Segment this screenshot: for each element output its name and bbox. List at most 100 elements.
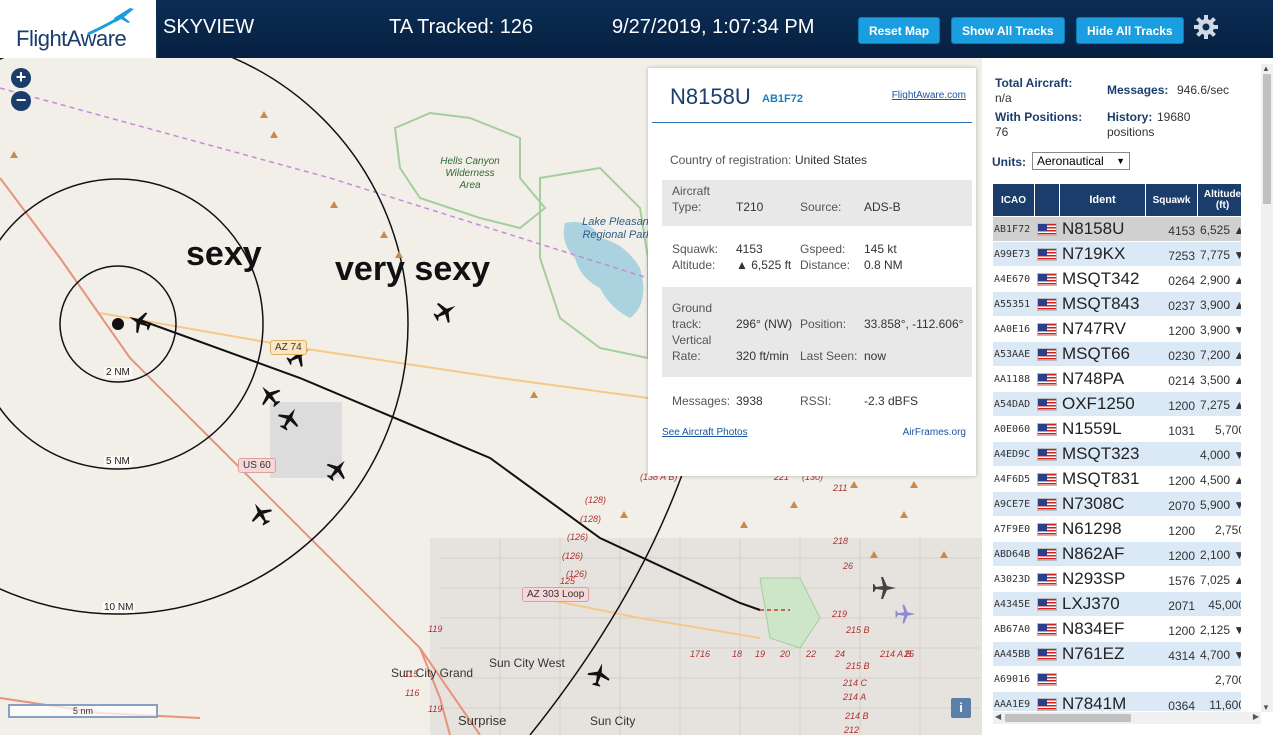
aircraft-marker[interactable] — [870, 574, 898, 602]
row-altitude: 4,700 ▼ — [1200, 648, 1241, 662]
road-number-label: 119 — [428, 704, 443, 714]
road-number-label: 16 — [700, 649, 711, 659]
table-row[interactable]: A9CE7E N7308C 2070 5,900 ▼ — [993, 492, 1241, 517]
aircraft-list-panel: Total Aircraft: n/a Messages: 946.6/sec … — [982, 58, 1273, 735]
table-row[interactable]: A4ED9C MSQT323 4,000 ▼ — [993, 442, 1241, 467]
detail-track-row: Ground track: 296° (NW) Position: 33.858… — [662, 287, 972, 377]
table-row[interactable]: ABD64B N862AF 1200 2,100 ▼ — [993, 542, 1241, 567]
row-ident: N1559L — [1062, 419, 1122, 438]
us-flag-icon — [1037, 498, 1057, 511]
show-all-tracks-button[interactable]: Show All Tracks — [951, 17, 1065, 44]
us-flag-icon — [1037, 298, 1057, 311]
messages-value: 3938 — [736, 394, 763, 408]
detail-divider — [652, 122, 972, 123]
table-row[interactable]: A4345E LXJ370 2071 45,000 — [993, 592, 1241, 617]
row-ident: N719KX — [1062, 244, 1126, 263]
hide-all-tracks-button[interactable]: Hide All Tracks — [1076, 17, 1184, 44]
place-label: Sun City — [590, 714, 636, 728]
table-row[interactable]: A99E73 N719KX 7253 7,775 ▼ — [993, 242, 1241, 267]
aircraft-marker[interactable] — [585, 661, 613, 689]
scroll-up-icon[interactable]: ▲ — [1262, 64, 1270, 73]
col-header-squawk[interactable]: Squawk — [1146, 184, 1198, 216]
flightaware-logo[interactable]: FlightAware — [0, 0, 158, 58]
road-number-label: 25 — [904, 649, 915, 659]
row-altitude: 7,200 ▲ — [1200, 348, 1241, 362]
horizontal-scrollbar[interactable]: ◀ ▶ — [993, 712, 1261, 724]
aircraft-marker-selected[interactable] — [126, 308, 154, 336]
row-ident: LXJ370 — [1062, 594, 1120, 613]
row-squawk: 0214 — [1168, 374, 1195, 388]
row-icao: AA0E16 — [994, 324, 1031, 335]
reset-map-button[interactable]: Reset Map — [858, 17, 941, 44]
table-row[interactable]: A55351 MSQT843 0237 3,900 ▲ — [993, 292, 1241, 317]
col-header-altitude-l2: (ft) — [1215, 200, 1230, 211]
us-flag-icon — [1037, 348, 1057, 361]
country-label: Country of registration: — [670, 153, 792, 167]
us-flag-icon — [1037, 523, 1057, 536]
scroll-down-icon[interactable]: ▼ — [1262, 703, 1270, 712]
units-select[interactable]: Aeronautical ▼ — [1032, 152, 1130, 170]
ground-track-label-l2: track: — [672, 317, 702, 331]
us-flag-icon — [1037, 623, 1057, 636]
table-row[interactable]: AB1F72 N8158U 4153 6,525 ▲ — [993, 217, 1241, 242]
table-row[interactable]: A69016 2,700 — [993, 667, 1241, 692]
road-number-label: 214 C — [843, 678, 868, 688]
row-altitude: 3,900 ▲ — [1200, 298, 1241, 312]
row-icao: A3023D — [994, 574, 1031, 585]
scrollbar-thumb[interactable] — [1263, 74, 1271, 204]
scroll-right-icon[interactable]: ▶ — [1253, 712, 1259, 721]
aircraft-marker[interactable] — [323, 456, 351, 484]
us-flag-icon — [1037, 598, 1057, 611]
row-icao: A99E73 — [994, 249, 1031, 260]
table-row[interactable]: A53AAE MSQT66 0230 7,200 ▲ — [993, 342, 1241, 367]
table-row[interactable]: AAA1E9 N7841M 0364 11,600 — [993, 692, 1241, 711]
datetime: 9/27/2019, 1:07:34 PM — [612, 16, 815, 38]
aircraft-marker[interactable] — [275, 405, 303, 433]
col-header-flag[interactable] — [1035, 184, 1060, 216]
aircraft-photos-link[interactable]: See Aircraft Photos — [662, 427, 748, 438]
scroll-left-icon[interactable]: ◀ — [995, 712, 1001, 721]
vertical-scrollbar[interactable]: ▲ ▼ — [1261, 64, 1273, 712]
row-ident: N862AF — [1062, 544, 1125, 563]
table-row[interactable]: AB67A0 N834EF 1200 2,125 ▼ — [993, 617, 1241, 642]
col-header-ident[interactable]: Ident — [1060, 184, 1146, 216]
col-header-altitude[interactable]: Altitude (ft) — [1198, 184, 1241, 216]
table-row[interactable]: A54DAD OXF1250 1200 7,275 ▲ — [993, 392, 1241, 417]
row-squawk: 1200 — [1168, 524, 1195, 538]
row-squawk: 0230 — [1168, 349, 1195, 363]
table-row[interactable]: A4E670 MSQT342 0264 2,900 ▲ — [993, 267, 1241, 292]
table-row[interactable]: A0E060 N1559L 1031 5,700 — [993, 417, 1241, 442]
row-icao: AA45BB — [994, 649, 1031, 660]
aircraft-marker[interactable] — [431, 298, 459, 326]
table-row[interactable]: AA45BB N761EZ 4314 4,700 ▼ — [993, 642, 1241, 667]
us-flag-icon — [1037, 473, 1057, 486]
aircraft-marker[interactable] — [893, 602, 917, 626]
table-row[interactable]: A3023D N293SP 1576 7,025 ▲ — [993, 567, 1241, 592]
table-row[interactable]: A7F9E0 N61298 1200 2,750 — [993, 517, 1241, 542]
table-row[interactable]: AA0E16 N747RV 1200 3,900 ▼ — [993, 317, 1241, 342]
messages-rate-label: Messages: — [1107, 83, 1169, 97]
col-header-icao[interactable]: ICAO — [993, 184, 1035, 216]
row-ident: MSQT342 — [1062, 269, 1140, 288]
flightaware-link[interactable]: FlightAware.com — [892, 90, 966, 101]
row-altitude: 11,600 — [1209, 698, 1241, 711]
row-icao: AB67A0 — [994, 624, 1031, 635]
info-button[interactable]: i — [951, 698, 971, 718]
row-altitude: 45,000 — [1208, 598, 1241, 612]
gear-icon[interactable] — [1193, 14, 1219, 40]
table-row[interactable]: A4F6D5 MSQT831 1200 4,500 ▲ — [993, 467, 1241, 492]
scrollbar-thumb[interactable] — [1005, 714, 1131, 722]
road-number-label: 115 — [404, 669, 419, 679]
zoom-in-button[interactable]: + — [11, 68, 31, 88]
row-ident: N747RV — [1062, 319, 1126, 338]
road-number-label: 125 — [560, 576, 576, 586]
zoom-out-button[interactable]: − — [11, 91, 31, 111]
aircraft-marker[interactable] — [247, 500, 275, 528]
squawk-label: Squawk: — [672, 242, 719, 256]
airframes-link[interactable]: AirFrames.org — [903, 427, 966, 438]
row-squawk: 1200 — [1168, 474, 1195, 488]
road-number-label: 215 B — [846, 625, 870, 635]
aircraft-type-label-l1: Aircraft — [672, 184, 711, 198]
table-row[interactable]: AA1188 N748PA 0214 3,500 ▲ — [993, 367, 1241, 392]
row-altitude: 6,525 ▲ — [1200, 223, 1241, 237]
